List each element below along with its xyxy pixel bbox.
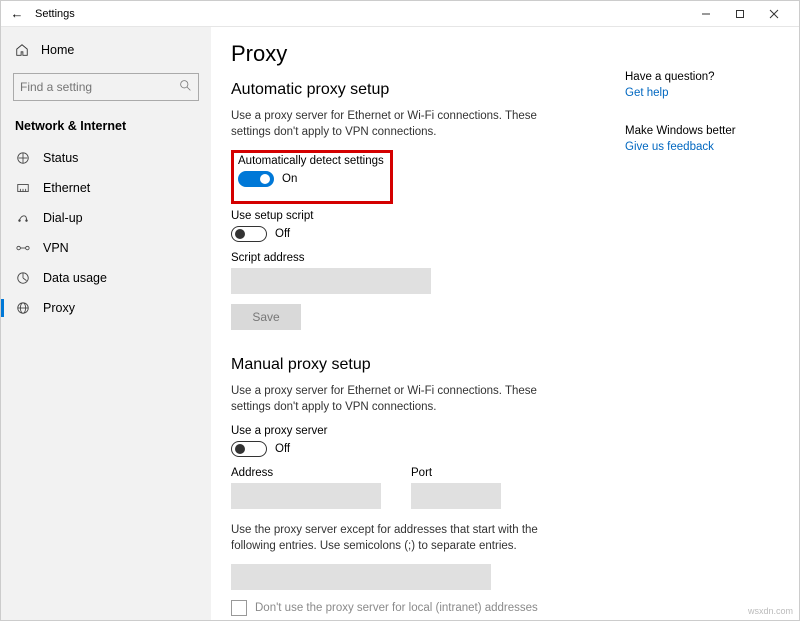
proxy-icon [15, 301, 31, 315]
sidebar-item-datausage[interactable]: Data usage [7, 263, 205, 293]
sidebar-item-dialup[interactable]: Dial-up [7, 203, 205, 233]
use-proxy-state: Off [275, 443, 290, 455]
window-controls [689, 1, 791, 27]
sidebar-item-label: VPN [43, 241, 69, 255]
script-toggle[interactable] [231, 226, 267, 242]
sidebar-home[interactable]: Home [7, 37, 205, 63]
ethernet-icon [15, 181, 31, 195]
vpn-icon [15, 243, 31, 253]
status-icon [15, 151, 31, 165]
bypass-local-checkbox[interactable] [231, 600, 247, 616]
manual-heading: Manual proxy setup [231, 356, 779, 374]
use-proxy-toggle[interactable] [231, 441, 267, 457]
search-input[interactable] [20, 80, 179, 94]
detect-state: On [282, 173, 297, 185]
port-input[interactable] [411, 483, 501, 509]
sidebar-item-vpn[interactable]: VPN [7, 233, 205, 263]
search-icon [179, 79, 192, 95]
page-title: Proxy [231, 41, 779, 67]
detect-toggle[interactable] [238, 171, 274, 187]
address-label: Address [231, 467, 381, 479]
question-heading: Have a question? [625, 71, 775, 83]
except-desc: Use the proxy server except for addresse… [231, 523, 571, 554]
address-input[interactable] [231, 483, 381, 509]
script-state: Off [275, 228, 290, 240]
use-proxy-label: Use a proxy server [231, 425, 779, 437]
port-label: Port [411, 467, 501, 479]
home-icon [15, 43, 31, 57]
datausage-icon [15, 271, 31, 285]
sidebar: Home Network & Internet Status Ethernet … [1, 27, 211, 620]
sidebar-item-label: Proxy [43, 301, 75, 315]
minimize-button[interactable] [689, 1, 723, 27]
sidebar-item-proxy[interactable]: Proxy [7, 293, 205, 323]
feedback-heading: Make Windows better [625, 125, 775, 137]
auto-desc: Use a proxy server for Ethernet or Wi-Fi… [231, 109, 571, 140]
search-box[interactable] [13, 73, 199, 101]
close-button[interactable] [757, 1, 791, 27]
right-column: Have a question? Get help Make Windows b… [625, 71, 775, 179]
back-button[interactable]: ← [9, 6, 25, 21]
script-address-input[interactable] [231, 268, 431, 294]
sidebar-home-label: Home [41, 43, 74, 57]
manual-desc: Use a proxy server for Ethernet or Wi-Fi… [231, 384, 571, 415]
watermark: wsxdn.com [748, 606, 793, 616]
sidebar-item-label: Status [43, 151, 78, 165]
script-label: Use setup script [231, 210, 779, 222]
feedback-link[interactable]: Give us feedback [625, 141, 714, 153]
sidebar-item-label: Data usage [43, 271, 107, 285]
highlight-box: Automatically detect settings On [231, 150, 393, 204]
dialup-icon [15, 211, 31, 225]
detect-label: Automatically detect settings [238, 155, 384, 167]
script-address-label: Script address [231, 252, 779, 264]
bypass-local-label: Don't use the proxy server for local (in… [255, 602, 538, 614]
sidebar-item-label: Dial-up [43, 211, 83, 225]
sidebar-item-status[interactable]: Status [7, 143, 205, 173]
exceptions-input[interactable] [231, 564, 491, 590]
sidebar-item-label: Ethernet [43, 181, 90, 195]
titlebar: ← Settings [1, 1, 799, 27]
window-title: Settings [35, 8, 75, 20]
auto-save-button[interactable]: Save [231, 304, 301, 330]
sidebar-item-ethernet[interactable]: Ethernet [7, 173, 205, 203]
maximize-button[interactable] [723, 1, 757, 27]
get-help-link[interactable]: Get help [625, 87, 668, 99]
sidebar-section-header: Network & Internet [7, 115, 205, 143]
